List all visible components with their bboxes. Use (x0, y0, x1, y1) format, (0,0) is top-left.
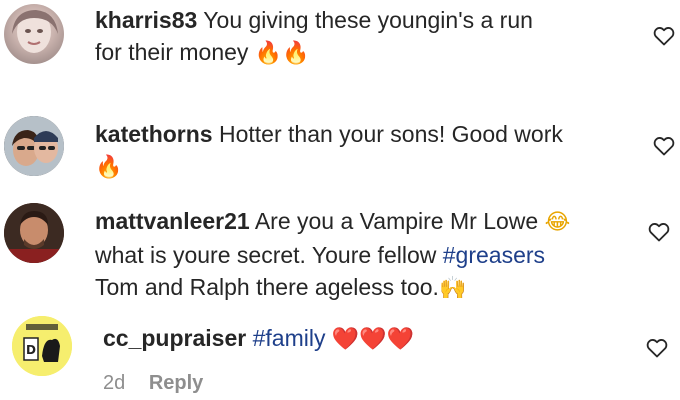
comment-meta: 2d Reply (103, 370, 203, 396)
hashtag-link[interactable]: #family (253, 325, 326, 351)
svg-text:D: D (26, 343, 36, 357)
reply-button[interactable]: Reply (149, 372, 203, 394)
avatar[interactable] (4, 116, 64, 176)
heart-outline-icon (648, 223, 670, 242)
comment-text: katethorns Hotter than your sons! Good w… (95, 118, 635, 184)
like-button[interactable] (645, 336, 669, 360)
comment-body-cont: for their money (95, 39, 249, 65)
like-button[interactable] (647, 220, 671, 244)
comment-item: kharris83 You giving these youngin's a r… (0, 0, 680, 100)
laughing-emoji: 😂 (544, 210, 571, 235)
like-button[interactable] (652, 24, 676, 48)
comment-text: cc_pupraiser #family ❤️❤️❤️ (103, 322, 623, 356)
comment-body: You giving these youngin's a run (203, 7, 533, 33)
comment-body: Are you a Vampire Mr Lowe (254, 208, 539, 234)
comment-text: mattvanleer21 Are you a Vampire Mr Lowe … (95, 205, 640, 305)
heart-outline-icon (646, 339, 668, 358)
comment-body-cont: Tom and Ralph there ageless too. (95, 274, 439, 300)
comment-username[interactable]: katethorns (95, 121, 213, 147)
comment-item: katethorns Hotter than your sons! Good w… (0, 110, 680, 195)
comment-timestamp: 2d (103, 372, 126, 394)
comment-username[interactable]: mattvanleer21 (95, 208, 250, 234)
comment-body-cont: what is youre secret. Youre fellow (95, 242, 437, 268)
hashtag-link[interactable]: #greasers (443, 242, 545, 268)
fire-emoji: 🔥 (95, 155, 123, 180)
raised-hands-emoji: 🙌 (438, 276, 467, 301)
comment-item: mattvanleer21 Are you a Vampire Mr Lowe … (0, 200, 680, 305)
avatar[interactable]: D (12, 316, 72, 376)
like-button[interactable] (652, 134, 676, 158)
red-heart-emoji: ❤️❤️❤️ (331, 327, 415, 352)
avatar[interactable] (4, 4, 64, 64)
comment-text: kharris83 You giving these youngin's a r… (95, 4, 635, 70)
heart-outline-icon (653, 27, 675, 46)
comment-body: Hotter than your sons! Good work (218, 121, 563, 147)
heart-outline-icon (653, 137, 675, 156)
avatar[interactable] (4, 203, 64, 263)
fire-emoji: 🔥🔥 (254, 41, 310, 66)
comment-username[interactable]: cc_pupraiser (103, 325, 246, 351)
comment-username[interactable]: kharris83 (95, 7, 197, 33)
comment-item: D cc_pupraiser #family ❤️❤️❤️ 2d Reply (0, 310, 680, 400)
